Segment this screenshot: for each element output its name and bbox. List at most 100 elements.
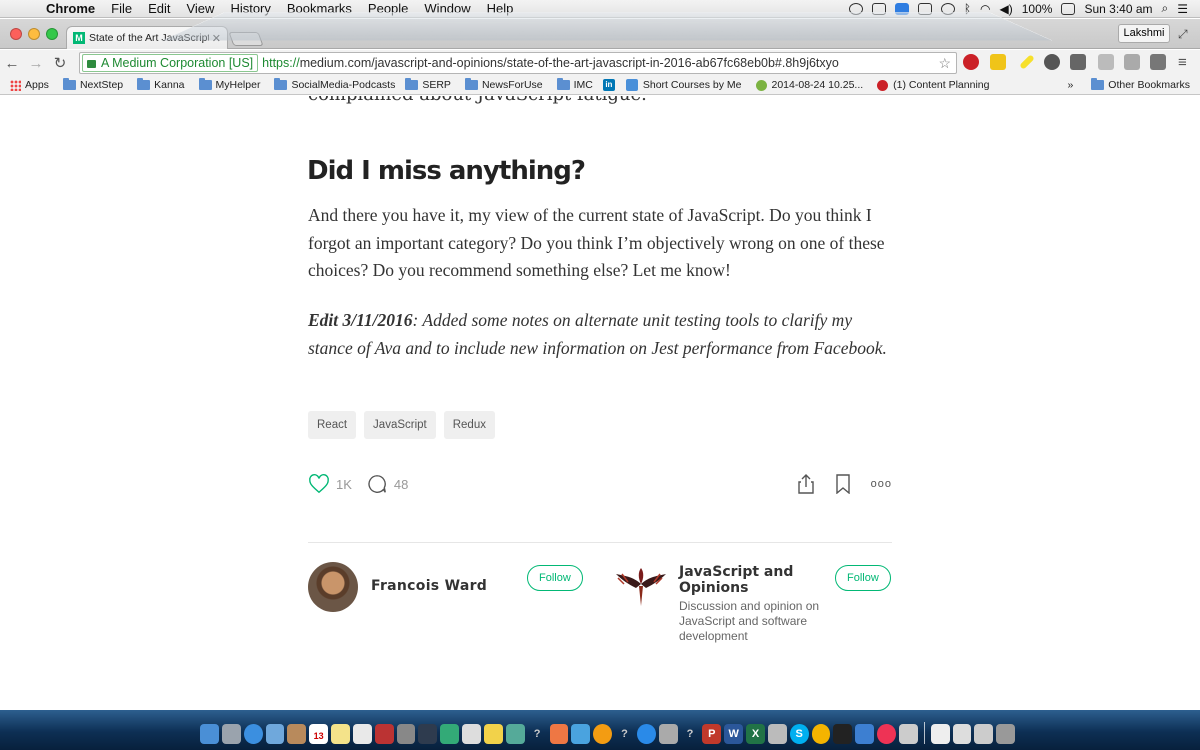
- quicktime-icon[interactable]: [418, 724, 438, 744]
- unknown-app-icon-3[interactable]: ?: [681, 724, 700, 744]
- messages-icon[interactable]: [571, 724, 591, 744]
- spotlight-icon[interactable]: ⌕: [1162, 1, 1169, 16]
- excel-icon[interactable]: X: [746, 724, 765, 744]
- tag-javascript[interactable]: JavaScript: [364, 411, 436, 439]
- tag-redux[interactable]: Redux: [443, 411, 495, 439]
- response-count[interactable]: 48: [394, 477, 408, 492]
- disk-utility-icon[interactable]: [767, 724, 787, 744]
- unknown-app-icon-1[interactable]: ?: [528, 724, 547, 744]
- bookmark-folder-serp[interactable]: SERP: [405, 78, 451, 91]
- follow-author-button[interactable]: Follow: [527, 565, 583, 591]
- author-avatar[interactable]: [308, 562, 358, 612]
- bookmark-apps[interactable]: Apps: [10, 79, 49, 91]
- contacts-icon[interactable]: [287, 724, 307, 744]
- bookmarks-overflow-button[interactable]: »: [1067, 79, 1073, 91]
- chrome-icon[interactable]: [811, 724, 831, 744]
- bookmark-folder-nextstep[interactable]: NextStep: [62, 78, 123, 91]
- info-extension-icon[interactable]: [1150, 54, 1166, 70]
- fullscreen-icon[interactable]: ⤢: [1178, 27, 1188, 42]
- numbers-icon[interactable]: [505, 724, 525, 744]
- downloads-stack-icon[interactable]: [974, 724, 994, 744]
- highlighter-extension-icon[interactable]: [1019, 54, 1035, 70]
- zoom-window-button[interactable]: [46, 28, 58, 40]
- bookmark-folder-socialmedia-podcasts[interactable]: SocialMedia-Podcasts: [274, 78, 395, 91]
- skype-icon[interactable]: S: [789, 724, 809, 744]
- document-stack-icon-2[interactable]: [952, 724, 972, 744]
- menu-edit[interactable]: Edit: [140, 1, 178, 16]
- calendar-icon[interactable]: 13: [309, 724, 329, 744]
- pocket-extension-icon[interactable]: [1044, 54, 1060, 70]
- address-bar[interactable]: A Medium Corporation [US] https://medium…: [79, 52, 957, 74]
- menu-file[interactable]: File: [103, 1, 140, 16]
- bookmark-linkedin[interactable]: in: [602, 79, 620, 91]
- folder-icon: [62, 78, 76, 90]
- photo-booth-icon[interactable]: [374, 724, 394, 744]
- itunes-icon[interactable]: [877, 724, 896, 744]
- profile-button[interactable]: Lakshmi: [1118, 24, 1170, 43]
- facetime-icon[interactable]: [440, 724, 460, 744]
- more-options-icon[interactable]: ooo: [871, 478, 892, 490]
- linkedin-icon: in: [602, 79, 615, 91]
- bookmark-other[interactable]: Other Bookmarks: [1091, 78, 1190, 91]
- clock[interactable]: Sun 3:40 am: [1084, 2, 1152, 16]
- safari-icon[interactable]: [243, 724, 263, 744]
- follow-publication-button[interactable]: Follow: [835, 565, 891, 591]
- ev-certificate-badge[interactable]: A Medium Corporation [US]: [82, 54, 259, 72]
- battery-icon[interactable]: [1061, 2, 1076, 15]
- bookmark-dated-item[interactable]: 2014-08-24 10.25...: [755, 79, 863, 91]
- bookmark-short-courses[interactable]: Short Courses by Me: [625, 79, 742, 91]
- finder-icon[interactable]: [200, 724, 219, 744]
- app-store-icon[interactable]: [636, 724, 656, 744]
- publication-name[interactable]: JavaScript and Opinions: [679, 564, 819, 596]
- word-icon[interactable]: W: [724, 724, 744, 744]
- battery-percent[interactable]: 100%: [1022, 2, 1053, 16]
- bookmark-content-planning[interactable]: (1) Content Planning: [877, 79, 989, 91]
- forward-icon[interactable]: →: [24, 55, 48, 72]
- bookmark-icon[interactable]: [835, 474, 851, 494]
- pinterest-extension-icon[interactable]: [963, 54, 979, 70]
- tag-react[interactable]: React: [308, 411, 357, 439]
- ibooks-icon[interactable]: [593, 724, 613, 744]
- camera-extension-icon[interactable]: [990, 54, 1006, 70]
- document-stack-icon-1[interactable]: [930, 724, 950, 744]
- bookmark-star-icon[interactable]: ☆: [938, 55, 951, 72]
- outlook-icon[interactable]: [855, 724, 875, 744]
- trash-icon[interactable]: [996, 724, 1016, 744]
- share-icon[interactable]: [797, 474, 815, 494]
- publication-phoenix-logo-icon[interactable]: [614, 562, 668, 608]
- volume-icon[interactable]: ◀): [1000, 2, 1013, 16]
- menu-view[interactable]: View: [178, 1, 222, 16]
- menu-app-name[interactable]: Chrome: [38, 1, 103, 16]
- reload-icon[interactable]: ↻: [48, 54, 72, 72]
- powerpoint-icon[interactable]: P: [702, 724, 722, 744]
- bookmark-folder-myhelper[interactable]: MyHelper: [198, 78, 260, 91]
- extension-icon-6[interactable]: [1098, 54, 1114, 70]
- bookmark-folder-imc[interactable]: IMC: [556, 78, 593, 91]
- launchpad-icon[interactable]: [221, 724, 241, 744]
- textedit-icon[interactable]: [462, 724, 481, 744]
- url-text[interactable]: https://medium.com/javascript-and-opinio…: [262, 56, 839, 70]
- preview-icon[interactable]: [396, 724, 416, 744]
- photos-icon[interactable]: [899, 724, 918, 744]
- chrome-menu-icon[interactable]: ≡: [1178, 54, 1187, 71]
- minimize-window-button[interactable]: [28, 28, 40, 40]
- extension-icon-7[interactable]: [1124, 54, 1140, 70]
- close-window-button[interactable]: [10, 28, 22, 40]
- keynote-icon[interactable]: [549, 724, 569, 744]
- ghostery-extension-icon[interactable]: [1070, 54, 1086, 70]
- author-name[interactable]: Francois Ward: [371, 578, 487, 594]
- notification-center-icon[interactable]: ☰: [1177, 2, 1188, 16]
- bookmark-folder-newsforuse[interactable]: NewsForUse: [464, 78, 543, 91]
- bookmark-folder-kanna[interactable]: Kanna: [137, 78, 185, 91]
- response-bubble-icon[interactable]: [366, 473, 388, 495]
- mail-icon[interactable]: [265, 724, 285, 744]
- unknown-app-icon-2[interactable]: ?: [615, 724, 634, 744]
- recommend-heart-icon[interactable]: [308, 473, 330, 495]
- back-icon[interactable]: ←: [0, 55, 24, 72]
- notes-icon[interactable]: [331, 724, 350, 744]
- reminders-icon[interactable]: [352, 724, 372, 744]
- system-preferences-icon[interactable]: [658, 724, 678, 744]
- stickies-icon[interactable]: [483, 724, 503, 744]
- activity-monitor-icon[interactable]: [833, 724, 853, 744]
- recommend-count[interactable]: 1K: [336, 477, 352, 492]
